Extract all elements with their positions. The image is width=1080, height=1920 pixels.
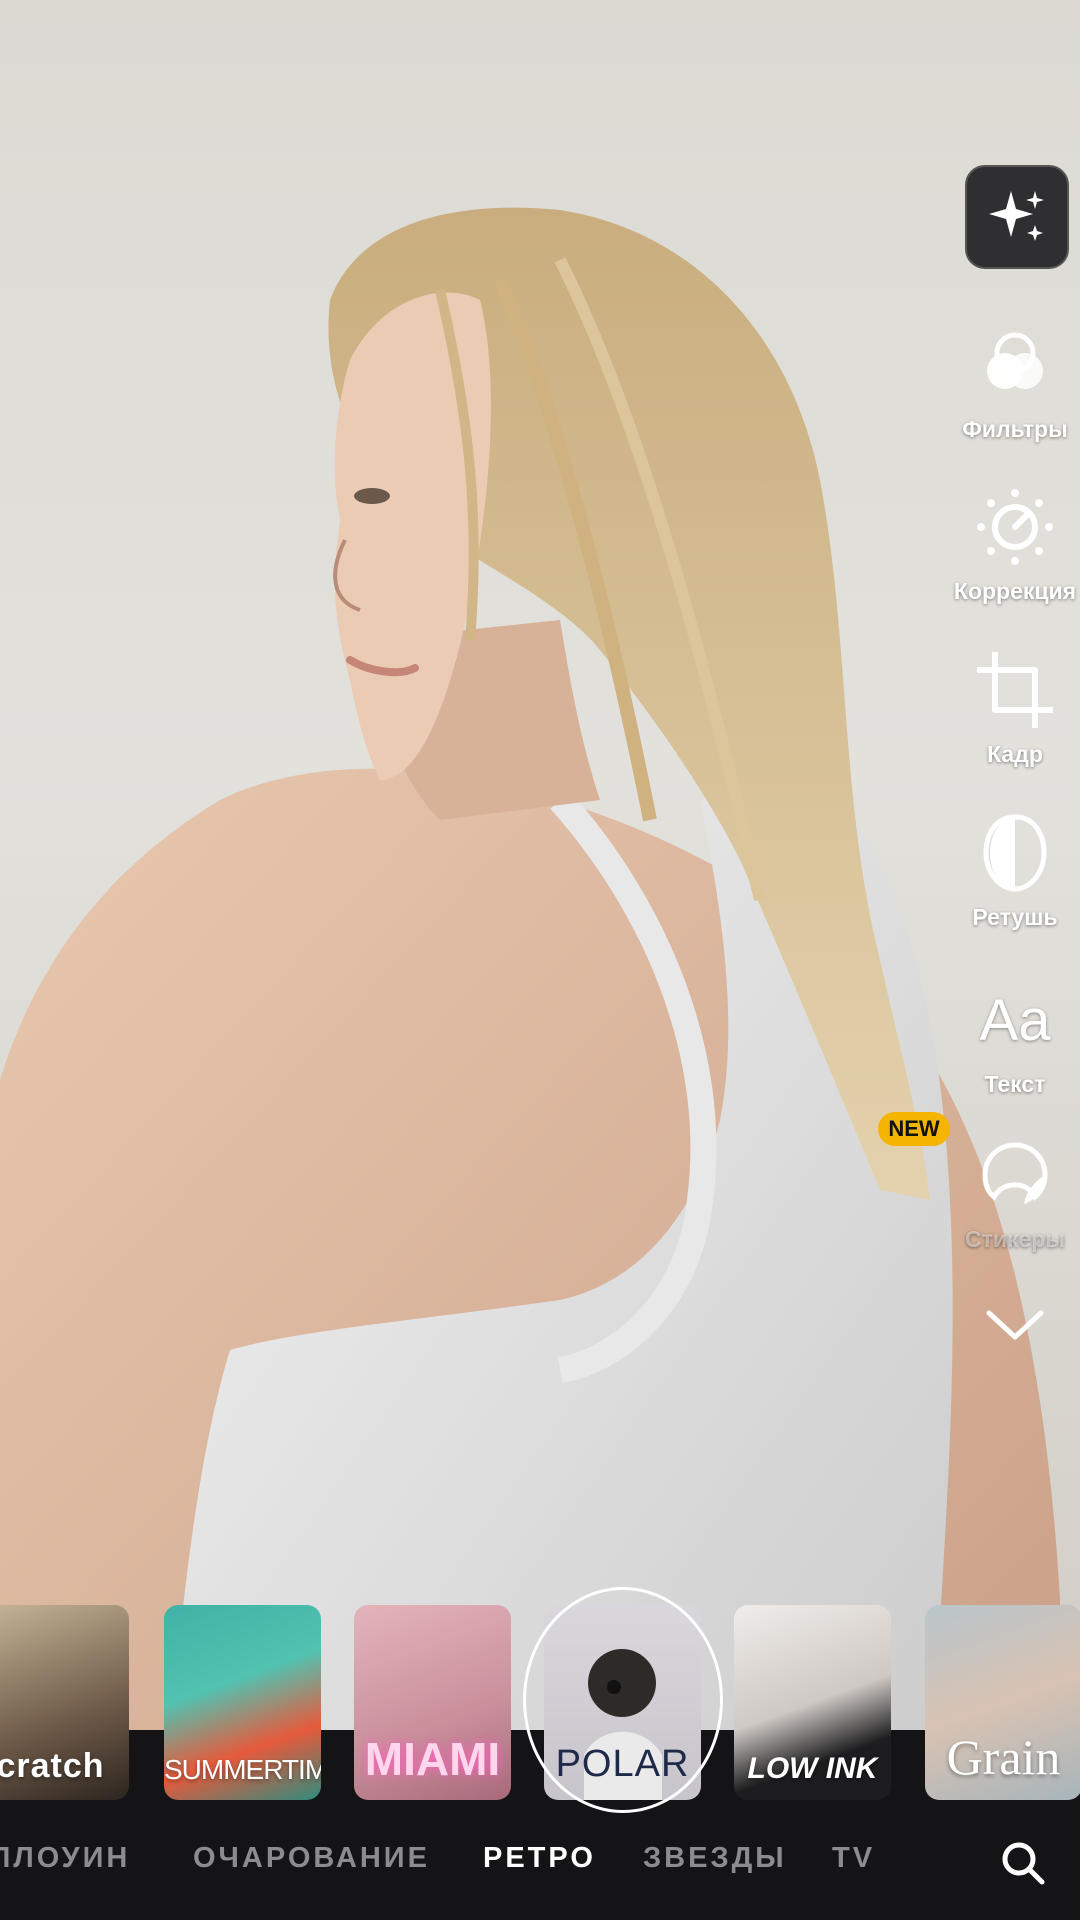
tool-adjust-label: Коррекция [953, 578, 1077, 604]
search-icon [1002, 1842, 1045, 1885]
filter-card-low-ink[interactable]: LOW INK [734, 1605, 891, 1800]
new-badge: NEW [878, 1112, 950, 1146]
tool-text[interactable]: Aa Текст [950, 975, 1080, 1098]
search-button[interactable] [1000, 1840, 1046, 1886]
tool-stickers-label: Стикеры [964, 1226, 1065, 1252]
filter-label-grain: Grain [946, 1729, 1061, 1785]
crop-icon [977, 652, 1053, 728]
adjust-icon [977, 489, 1053, 565]
filter-card-miami[interactable]: MIAMI [354, 1605, 511, 1800]
text-icon: Aa [979, 987, 1051, 1053]
ai-magic-button[interactable] [965, 165, 1069, 269]
tab-retro[interactable]: РЕТРО [483, 1842, 596, 1875]
filter-card-scratch[interactable]: cratch [0, 1605, 129, 1800]
tab-stars[interactable]: ЗВЕЗДЫ [643, 1842, 787, 1875]
tool-filters[interactable]: Фильтры [950, 320, 1080, 443]
filters-icon [987, 332, 1043, 389]
filter-label-miami: MIAMI [364, 1733, 501, 1785]
tool-crop[interactable]: Кадр [950, 645, 1080, 768]
filter-card-summertime[interactable]: SUMMERTIME [164, 1605, 321, 1800]
selected-filter-ring [523, 1587, 723, 1813]
collapse-toolbar-button[interactable] [950, 1280, 1080, 1370]
tool-filters-label: Фильтры [962, 416, 1068, 442]
filter-label-summertime: SUMMERTIME [164, 1754, 321, 1785]
tool-text-label: Текст [984, 1071, 1046, 1097]
tab-charm[interactable]: ОЧАРОВАНИЕ [193, 1842, 430, 1875]
tool-crop-label: Кадр [987, 741, 1043, 767]
filter-card-grain[interactable]: Grain [925, 1605, 1080, 1800]
retouch-icon [983, 814, 1047, 892]
sparkles-icon [989, 191, 1044, 241]
right-toolbar: Фильтры Коррекция Кадр Ретушь Aa Текст С… [950, 0, 1080, 1400]
tool-stickers[interactable]: Стикеры [950, 1130, 1080, 1253]
tab-tv[interactable]: TV [832, 1842, 875, 1875]
tab-halloween[interactable]: ЛЛОУИН [0, 1842, 130, 1875]
tool-retouch[interactable]: Ретушь [950, 808, 1080, 931]
category-tabs: ЛЛОУИН ОЧАРОВАНИЕ РЕТРО ЗВЕЗДЫ TV [0, 1842, 1080, 1882]
sticker-icon [982, 1142, 1048, 1204]
filter-label-low-ink: LOW INK [747, 1752, 878, 1785]
tool-adjust[interactable]: Коррекция [950, 482, 1080, 605]
tool-retouch-label: Ретушь [972, 904, 1058, 930]
chevron-down-icon [986, 1310, 1044, 1340]
filter-label-scratch: cratch [0, 1747, 105, 1785]
